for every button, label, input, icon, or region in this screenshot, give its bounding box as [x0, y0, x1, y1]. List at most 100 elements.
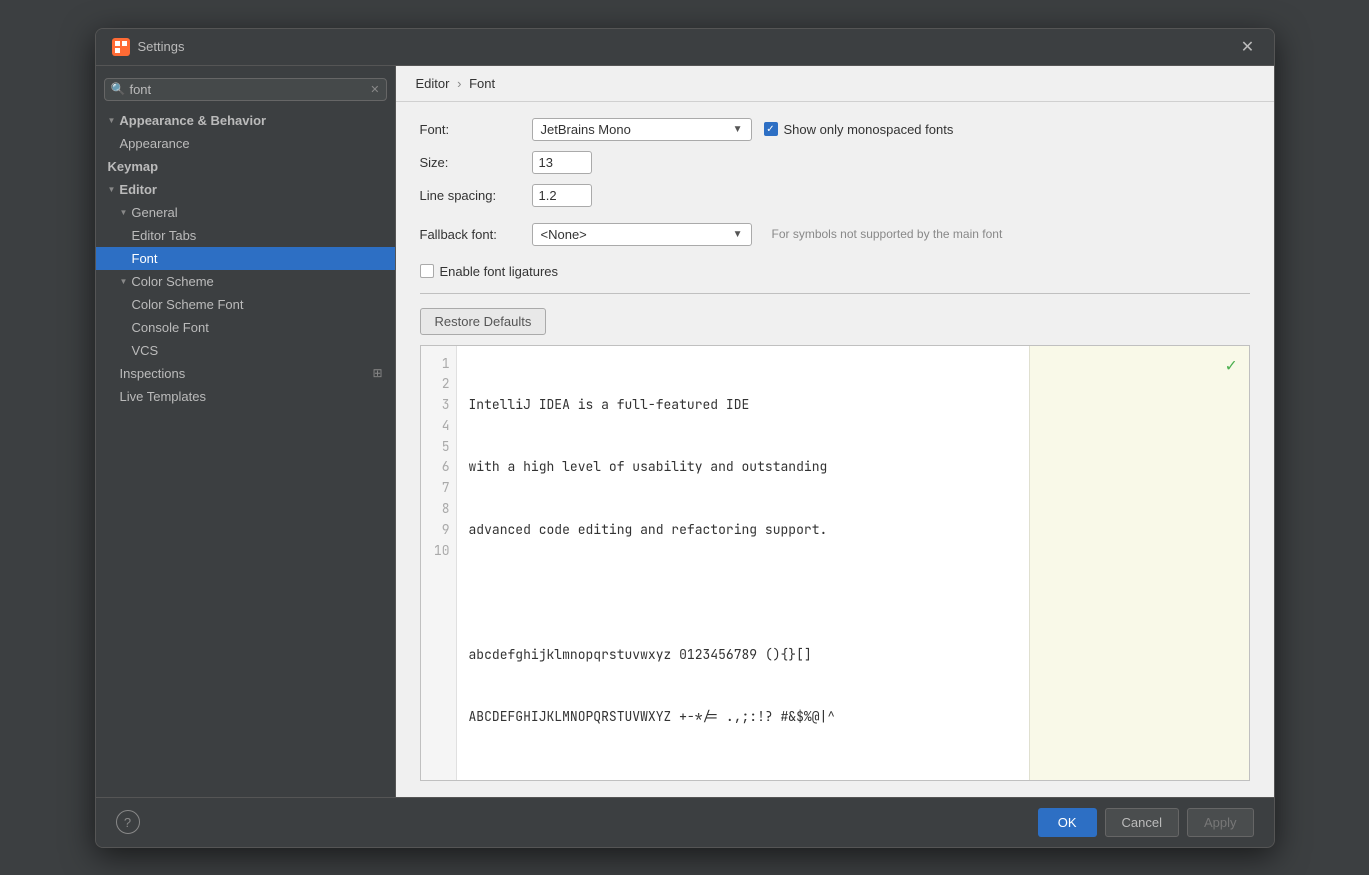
sidebar-item-console-font[interactable]: Console Font [96, 316, 395, 339]
app-icon [112, 38, 130, 56]
sidebar-item-label: Live Templates [120, 389, 206, 404]
inspections-icon: ⊞ [372, 366, 382, 380]
sidebar-item-vcs[interactable]: VCS [96, 339, 395, 362]
preview-area: 1 2 3 4 5 6 7 8 9 10 IntelliJ IDEA is a … [420, 345, 1250, 781]
sidebar-item-label: Keymap [108, 159, 159, 174]
close-button[interactable]: ✕ [1238, 37, 1258, 57]
divider [420, 293, 1250, 294]
line-number: 3 [427, 395, 450, 416]
triangle-icon [120, 277, 128, 286]
main-panel: Editor › Font Font: JetBrains Mono ▼ ✓ S… [396, 66, 1274, 797]
sidebar-item-label: Appearance [120, 136, 190, 151]
fallback-font-dropdown[interactable]: <None> ▼ [532, 223, 752, 246]
monospaced-checkbox[interactable]: ✓ [764, 122, 778, 136]
sidebar-item-label: Editor [119, 182, 157, 197]
dialog-title: Settings [138, 39, 1230, 54]
fallback-hint: For symbols not supported by the main fo… [772, 227, 1003, 241]
code-line [469, 582, 1017, 603]
font-dropdown[interactable]: JetBrains Mono ▼ [532, 118, 752, 141]
breadcrumb-font: Font [469, 76, 495, 91]
code-line: with a high level of usability and outst… [469, 457, 1017, 478]
preview-code: IntelliJ IDEA is a full-featured IDE wit… [457, 346, 1029, 780]
monospaced-checkbox-row: ✓ Show only monospaced fonts [764, 122, 954, 137]
preview-checkmark: ✓ [1226, 354, 1237, 377]
ligatures-checkbox[interactable] [420, 264, 434, 278]
line-numbers: 1 2 3 4 5 6 7 8 9 10 [421, 346, 457, 780]
sidebar-item-label: Appearance & Behavior [119, 113, 266, 128]
sidebar-item-label: VCS [132, 343, 159, 358]
monospaced-label: Show only monospaced fonts [784, 122, 954, 137]
sidebar-item-editor-tabs[interactable]: Editor Tabs [96, 224, 395, 247]
line-number: 1 [427, 354, 450, 375]
ok-button[interactable]: OK [1038, 808, 1097, 837]
sidebar-item-label: Inspections [120, 366, 186, 381]
sidebar-item-label: Color Scheme Font [132, 297, 244, 312]
dropdown-arrow-icon: ▼ [733, 229, 743, 240]
size-label: Size: [420, 155, 520, 170]
content-area: 🔍 ✕ Appearance & Behavior Appearance Key… [96, 66, 1274, 797]
size-input[interactable] [532, 151, 592, 174]
line-number: 5 [427, 437, 450, 458]
title-bar: Settings ✕ [96, 29, 1274, 66]
sidebar-item-color-scheme[interactable]: Color Scheme [96, 270, 395, 293]
code-line: advanced code editing and refactoring su… [469, 520, 1017, 541]
sidebar-item-inspections[interactable]: Inspections ⊞ [96, 362, 395, 385]
code-line: ABCDEFGHIJKLMNOPQRSTUVWXYZ +-*/= .,;:!? … [469, 707, 1017, 728]
line-number: 6 [427, 457, 450, 478]
sidebar-item-color-scheme-font[interactable]: Color Scheme Font [96, 293, 395, 316]
triangle-icon [108, 116, 116, 125]
sidebar-item-label: Editor Tabs [132, 228, 197, 243]
font-dropdown-value: JetBrains Mono [541, 122, 631, 137]
breadcrumb-editor: Editor [416, 76, 450, 91]
sidebar-item-font[interactable]: Font [96, 247, 395, 270]
line-number: 10 [427, 541, 450, 562]
fallback-font-row: Fallback font: <None> ▼ For symbols not … [420, 223, 1250, 246]
triangle-icon [108, 185, 116, 194]
line-spacing-row: Line spacing: [420, 184, 1250, 207]
line-number: 8 [427, 499, 450, 520]
code-line: abcdefghijklmnopqrstuvwxyz 0123456789 ()… [469, 645, 1017, 666]
fallback-font-label: Fallback font: [420, 227, 520, 242]
footer-buttons: OK Cancel Apply [1038, 808, 1254, 837]
sidebar-item-appearance[interactable]: Appearance [96, 132, 395, 155]
settings-dialog: Settings ✕ 🔍 ✕ Appearance & Behavior App… [95, 28, 1275, 848]
search-icon: 🔍 [111, 82, 126, 96]
line-number: 2 [427, 374, 450, 395]
sidebar-item-appearance-behavior[interactable]: Appearance & Behavior [96, 109, 395, 132]
search-box: 🔍 ✕ [104, 78, 387, 101]
line-spacing-label: Line spacing: [420, 188, 520, 203]
footer: ? OK Cancel Apply [96, 797, 1274, 847]
line-number: 9 [427, 520, 450, 541]
breadcrumb: Editor › Font [396, 66, 1274, 102]
help-button[interactable]: ? [116, 810, 140, 834]
restore-defaults-button[interactable]: Restore Defaults [420, 308, 547, 335]
line-number: 7 [427, 478, 450, 499]
ligatures-label: Enable font ligatures [440, 264, 559, 279]
code-line [469, 769, 1017, 779]
search-input[interactable] [129, 82, 366, 97]
font-row: Font: JetBrains Mono ▼ ✓ Show only monos… [420, 118, 1250, 141]
sidebar-item-live-templates[interactable]: Live Templates [96, 385, 395, 408]
sidebar-item-label: Font [132, 251, 158, 266]
search-clear-button[interactable]: ✕ [370, 83, 379, 96]
sidebar-item-keymap[interactable]: Keymap [96, 155, 395, 178]
preview-right-panel [1029, 346, 1249, 780]
settings-content: Font: JetBrains Mono ▼ ✓ Show only monos… [396, 102, 1274, 797]
fallback-font-value: <None> [541, 227, 587, 242]
size-row: Size: [420, 151, 1250, 174]
sidebar-item-editor[interactable]: Editor [96, 178, 395, 201]
ligatures-row: Enable font ligatures [420, 264, 1250, 279]
triangle-icon [120, 208, 128, 217]
line-spacing-input[interactable] [532, 184, 592, 207]
sidebar-item-label: General [131, 205, 177, 220]
breadcrumb-separator: › [457, 76, 461, 91]
sidebar-item-general[interactable]: General [96, 201, 395, 224]
line-number: 4 [427, 416, 450, 437]
apply-button[interactable]: Apply [1187, 808, 1254, 837]
font-label: Font: [420, 122, 520, 137]
code-line: IntelliJ IDEA is a full-featured IDE [469, 395, 1017, 416]
sidebar-item-label: Console Font [132, 320, 209, 335]
dropdown-arrow-icon: ▼ [733, 124, 743, 135]
sidebar: 🔍 ✕ Appearance & Behavior Appearance Key… [96, 66, 396, 797]
cancel-button[interactable]: Cancel [1105, 808, 1179, 837]
